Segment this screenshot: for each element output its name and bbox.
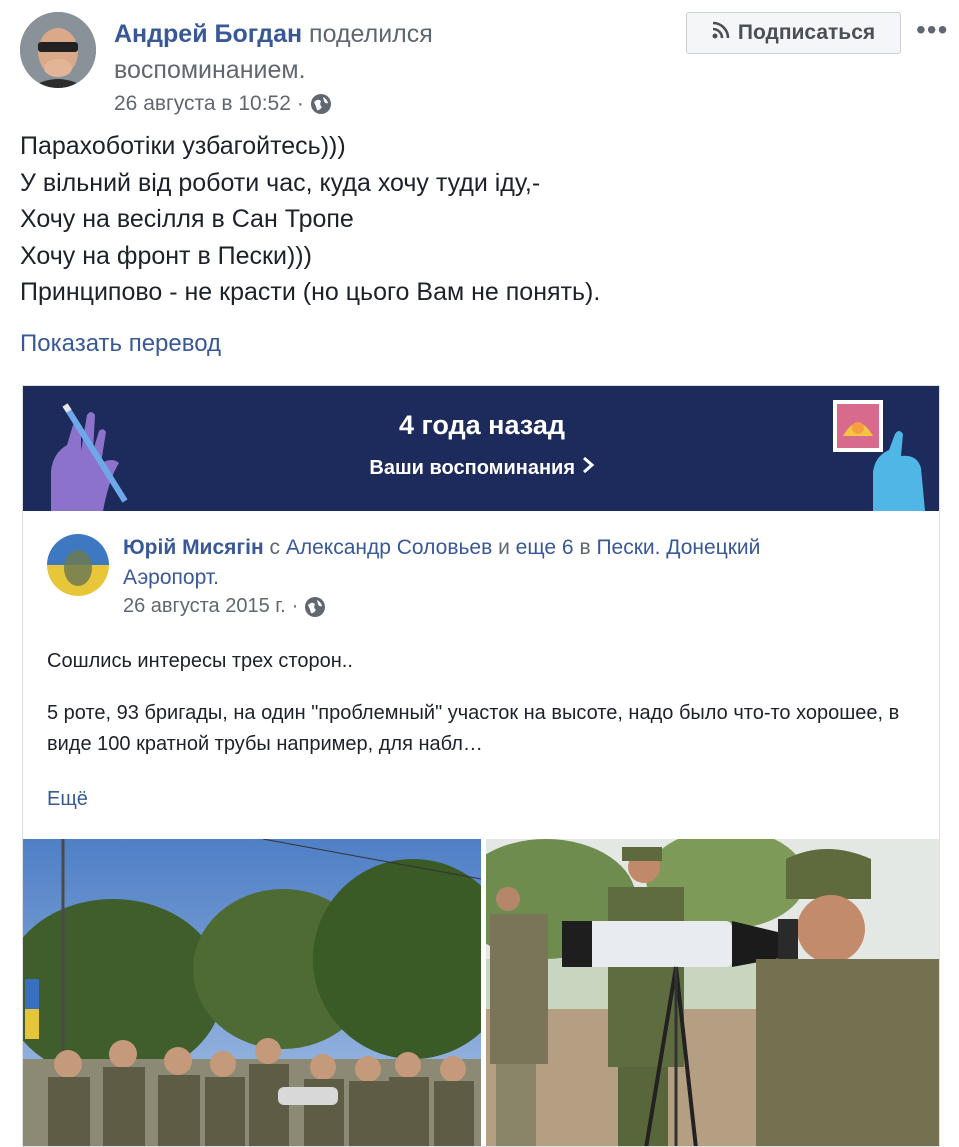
hand-photo-icon: [833, 400, 925, 511]
post-meta: 26 августа в 10:52 ·: [114, 92, 332, 116]
globe-icon[interactable]: [304, 596, 326, 618]
author-line: Андрей Богдан поделился воспоминанием.: [114, 16, 534, 88]
shared-with-word: с: [269, 536, 281, 559]
tagged-others-link[interactable]: еще 6: [516, 536, 574, 559]
post-text-line: Хочу на весілля в Сан Тропе: [20, 205, 354, 233]
tagged-friend-link[interactable]: Александр Соловьев: [286, 536, 492, 559]
post-text-line: Принципово - не красти (но цього Вам не …: [20, 278, 601, 306]
memory-banner[interactable]: 4 года назад Ваши воспоминания: [23, 386, 939, 511]
shared-author-name[interactable]: Юрій Мисягін: [123, 536, 264, 559]
place-link[interactable]: Пески. Донецкий: [596, 536, 760, 559]
post-timestamp[interactable]: 26 августа в 10:52: [114, 92, 291, 116]
memory-years-ago: 4 года назад: [398, 410, 566, 440]
post-header: Андрей Богдан поделился воспоминанием. 2…: [20, 12, 947, 122]
photo-group-soldiers[interactable]: [23, 839, 481, 1146]
shared-author-avatar[interactable]: [47, 534, 109, 596]
subscribe-button[interactable]: Подписаться: [686, 12, 901, 54]
meta-separator: ·: [296, 92, 304, 115]
memories-link-label: Ваши воспоминания: [369, 457, 575, 479]
show-translation-link[interactable]: Показать перевод: [20, 330, 221, 358]
shared-date[interactable]: 26 августа 2015 г.: [123, 595, 286, 618]
chevron-right-icon: [581, 456, 595, 479]
shared-meta: 26 августа 2015 г. ·: [123, 595, 326, 618]
rss-icon: [712, 21, 730, 45]
shared-post: Юрій Мисягін с Александр Соловьев и еще …: [23, 511, 939, 841]
post-text-line: Хочу на фронт в Пески))): [20, 241, 312, 270]
author-name[interactable]: Андрей Богдан: [114, 20, 302, 48]
see-more-link[interactable]: Ещё: [47, 788, 88, 811]
globe-icon[interactable]: [310, 93, 332, 115]
author-avatar[interactable]: [20, 12, 96, 88]
shared-in-word: в: [579, 536, 591, 559]
post-text-line: Парахоботіки узбагойтесь))): [20, 132, 346, 160]
subscribe-label: Подписаться: [737, 21, 876, 44]
shared-and-word: и: [498, 536, 510, 559]
post-text-line: У вільний від роботи час, куда хочу туди…: [20, 168, 541, 197]
photo-soldier-telescope[interactable]: [486, 839, 939, 1146]
shared-meta-separator: ·: [291, 595, 299, 617]
more-options-icon[interactable]: •••: [916, 14, 948, 46]
shared-author-line: Юрій Мисягін с Александр Соловьев и еще …: [123, 533, 863, 593]
shared-text-body: 5 роте, 93 бригады, на один "проблемный"…: [47, 702, 900, 755]
shared-text-intro: Сошлись интересы трех сторон..: [47, 650, 353, 672]
memories-link[interactable]: Ваши воспоминания: [23, 456, 939, 480]
memory-card: 4 года назад Ваши воспоминания Юрій Мися…: [22, 385, 940, 1147]
post-text: Парахоботіки узбагойтесь))) У вільний ві…: [20, 128, 920, 311]
place-link-cont[interactable]: Аэропорт.: [123, 566, 219, 589]
